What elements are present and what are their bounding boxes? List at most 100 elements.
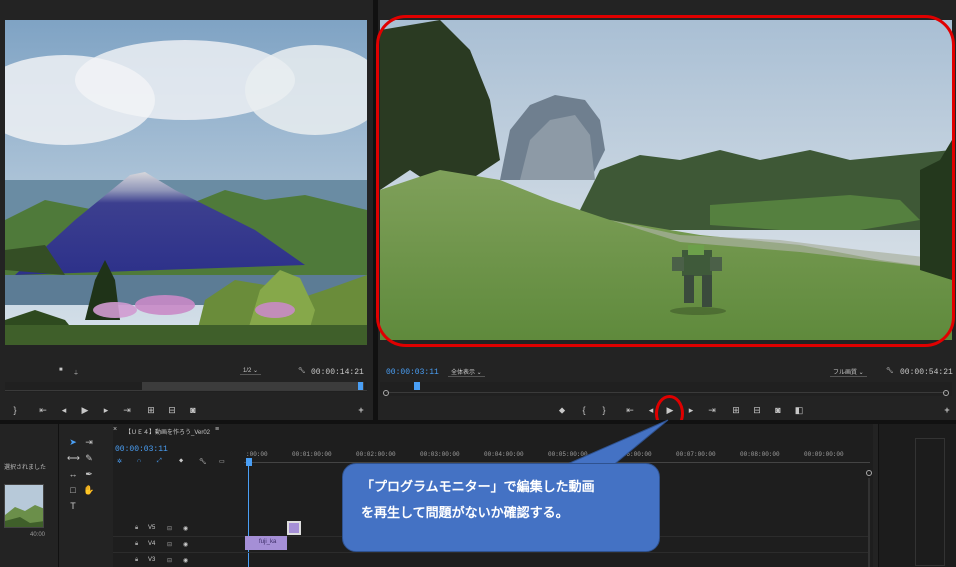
program-current-timecode[interactable]: 00:00:03:11 bbox=[386, 368, 439, 377]
go-to-in-icon[interactable]: ⇤ bbox=[37, 404, 49, 416]
magnet-icon[interactable]: ∩ bbox=[137, 458, 141, 464]
razor-tool-icon[interactable]: ✎ bbox=[83, 452, 95, 464]
program-ruler-line bbox=[386, 392, 946, 393]
source-zoom-dropdown[interactable]: 1/2 ⌄ bbox=[240, 367, 262, 375]
lock-icon[interactable]: 🔒︎ bbox=[135, 525, 138, 532]
track-label-v3: V3 bbox=[148, 557, 156, 563]
zoom-handle-left[interactable] bbox=[383, 390, 389, 396]
scrollbar-handle[interactable] bbox=[866, 470, 872, 476]
source-monitor-view[interactable] bbox=[5, 20, 367, 345]
source-playhead[interactable] bbox=[358, 382, 363, 390]
slip-tool-icon[interactable]: ↔ bbox=[67, 468, 79, 480]
go-to-in-icon[interactable]: ⇤ bbox=[624, 404, 636, 416]
program-fit-dropdown[interactable]: 全体表示 ⌄ bbox=[448, 367, 485, 377]
timeline-vertical-scrollbar[interactable] bbox=[866, 470, 872, 567]
ripple-edit-tool-icon[interactable]: ⟷ bbox=[67, 452, 80, 464]
highlight-frame bbox=[376, 15, 955, 347]
tools-panel: ➤ ⇥ ⟷ ✎ ↔ ✒ □ ✋ T bbox=[58, 424, 113, 567]
ruler-tick-1: 00:01:00:00 bbox=[292, 451, 332, 458]
add-button-icon[interactable]: + bbox=[355, 404, 367, 416]
compare-icon[interactable]: ◧ bbox=[793, 404, 805, 416]
timeline-playhead-handle[interactable] bbox=[246, 458, 252, 466]
track-select-tool-icon[interactable]: ⇥ bbox=[83, 436, 95, 448]
track-label-v5: V5 bbox=[148, 525, 156, 531]
camera-icon[interactable]: ◙ bbox=[772, 404, 784, 416]
settings-wrench-icon[interactable]: 🔧︎ bbox=[199, 458, 207, 465]
ruler-tick-0: :00:00 bbox=[246, 451, 268, 458]
program-quality-value: フル画質 bbox=[833, 370, 858, 376]
thumbnail-image bbox=[5, 485, 43, 527]
sync-icon[interactable]: ⊟ bbox=[167, 557, 172, 564]
program-duration-timecode: 00:00:54:21 bbox=[900, 368, 953, 377]
clip-thumbnail-v5[interactable] bbox=[287, 521, 301, 535]
close-tab-icon[interactable]: × bbox=[113, 426, 117, 433]
track-label-v4: V4 bbox=[148, 541, 156, 547]
mark-out-button[interactable]: } bbox=[9, 404, 21, 416]
sync-icon[interactable]: ⊟ bbox=[167, 525, 172, 532]
step-forward-icon[interactable]: ▸ bbox=[685, 404, 697, 416]
camera-icon[interactable]: ◙ bbox=[187, 404, 199, 416]
play-icon[interactable]: ▶ bbox=[79, 404, 91, 416]
callout-line-2: を再生して問題がないか確認する。 bbox=[361, 505, 569, 520]
callout-line-1: 「プログラムモニター」で編集した動画 bbox=[361, 479, 595, 494]
timeline-tab[interactable]: × 【ＵＥ４】動画を作ろう_Ver02 ≡ bbox=[113, 426, 413, 436]
lift-icon[interactable]: ⊞ bbox=[730, 404, 742, 416]
timeline-current-timecode[interactable]: 00:00:03:11 bbox=[115, 445, 168, 454]
add-button-icon[interactable]: + bbox=[941, 404, 953, 416]
program-time-ruler[interactable] bbox=[380, 382, 952, 396]
add-marker-icon[interactable]: ⬥ bbox=[179, 458, 183, 465]
scrollbar-track bbox=[868, 478, 870, 567]
go-to-out-icon[interactable]: ⇥ bbox=[706, 404, 718, 416]
program-wrench-icon[interactable]: 🔧︎ bbox=[886, 367, 894, 374]
snap-icon[interactable]: ✲ bbox=[117, 458, 122, 465]
source-time-ruler[interactable] bbox=[5, 382, 367, 392]
linked-selection-icon[interactable]: ⤢ bbox=[157, 458, 162, 465]
lock-icon[interactable]: 🔒︎ bbox=[135, 541, 138, 548]
tab-menu-icon[interactable]: ≡ bbox=[215, 426, 219, 433]
marker-icon[interactable]: ⬥ bbox=[556, 404, 568, 416]
project-thumbnail[interactable] bbox=[4, 484, 44, 528]
ruler-tick-8: 00:08:00:00 bbox=[740, 451, 780, 458]
selection-status-text: 選択されました bbox=[4, 465, 47, 471]
instruction-callout: 「プログラムモニター」で編集した動画 を再生して問題がないか確認する。 bbox=[342, 463, 660, 552]
sync-icon[interactable]: ⊟ bbox=[167, 541, 172, 548]
eye-icon[interactable]: ◉ bbox=[183, 541, 188, 548]
program-monitor-info-bar: 00:00:03:11 全体表示 ⌄ フル画質 ⌄ 🔧︎ 00:00:54:21 bbox=[380, 362, 953, 382]
step-forward-icon[interactable]: ▸ bbox=[100, 404, 112, 416]
ruler-tick-4: 00:04:00:00 bbox=[484, 451, 524, 458]
source-transport-controls: } ⇤ ◂ ▶ ▸ ⇥ ⊞ ⊟ ◙ + bbox=[5, 402, 367, 418]
captions-icon[interactable]: ▭ bbox=[219, 458, 225, 465]
mark-out-button[interactable]: } bbox=[598, 404, 610, 416]
pen-tool-icon[interactable]: ✒ bbox=[83, 468, 95, 480]
timeline-clip[interactable]: fuji_ka bbox=[245, 536, 287, 550]
eye-icon[interactable]: ◉ bbox=[183, 525, 188, 532]
premiere-workspace: ■ ⏚ 1/2 ⌄ 🔧︎ 00:00:14:21 } ⇤ ◂ ▶ ▸ ⇥ ⊞ ⊟… bbox=[0, 0, 956, 567]
rectangle-tool-icon[interactable]: □ bbox=[67, 484, 79, 496]
mark-in-button[interactable]: { bbox=[578, 404, 590, 416]
ruler-tick-2: 00:02:00:00 bbox=[356, 451, 396, 458]
type-tool-icon[interactable]: T bbox=[67, 500, 79, 512]
selection-tool-icon[interactable]: ➤ bbox=[67, 436, 79, 448]
track-row-v3[interactable]: 🔒︎ V3 ⊟ ◉ bbox=[113, 553, 870, 567]
hand-tool-icon[interactable]: ✋ bbox=[83, 484, 95, 496]
program-quality-dropdown[interactable]: フル画質 ⌄ bbox=[830, 367, 867, 377]
insert-icon[interactable]: ⊞ bbox=[145, 404, 157, 416]
timeline-toolbar: ✲ ∩ ⤢ ⬥ 🔧︎ ▭ bbox=[113, 458, 243, 468]
wrench-icon[interactable]: 🔧︎ bbox=[298, 367, 306, 374]
step-back-icon[interactable]: ◂ bbox=[58, 404, 70, 416]
program-playhead[interactable] bbox=[414, 382, 420, 390]
marker-icon[interactable]: ■ bbox=[59, 367, 63, 373]
zoom-handle-right[interactable] bbox=[943, 390, 949, 396]
eye-icon[interactable]: ◉ bbox=[183, 557, 188, 564]
extract-icon[interactable]: ⊟ bbox=[751, 404, 763, 416]
audio-icon[interactable]: ⏚ bbox=[73, 368, 79, 377]
go-to-out-icon[interactable]: ⇥ bbox=[121, 404, 133, 416]
overwrite-icon[interactable]: ⊟ bbox=[166, 404, 178, 416]
ruler-line bbox=[5, 390, 367, 391]
ruler-tick-3: 00:03:00:00 bbox=[420, 451, 460, 458]
ruler-tick-9: 00:09:00:00 bbox=[804, 451, 844, 458]
source-in-out-range bbox=[142, 382, 364, 390]
lock-icon[interactable]: 🔒︎ bbox=[135, 557, 138, 564]
audio-meter bbox=[915, 438, 945, 566]
audio-meter-panel bbox=[878, 424, 956, 567]
